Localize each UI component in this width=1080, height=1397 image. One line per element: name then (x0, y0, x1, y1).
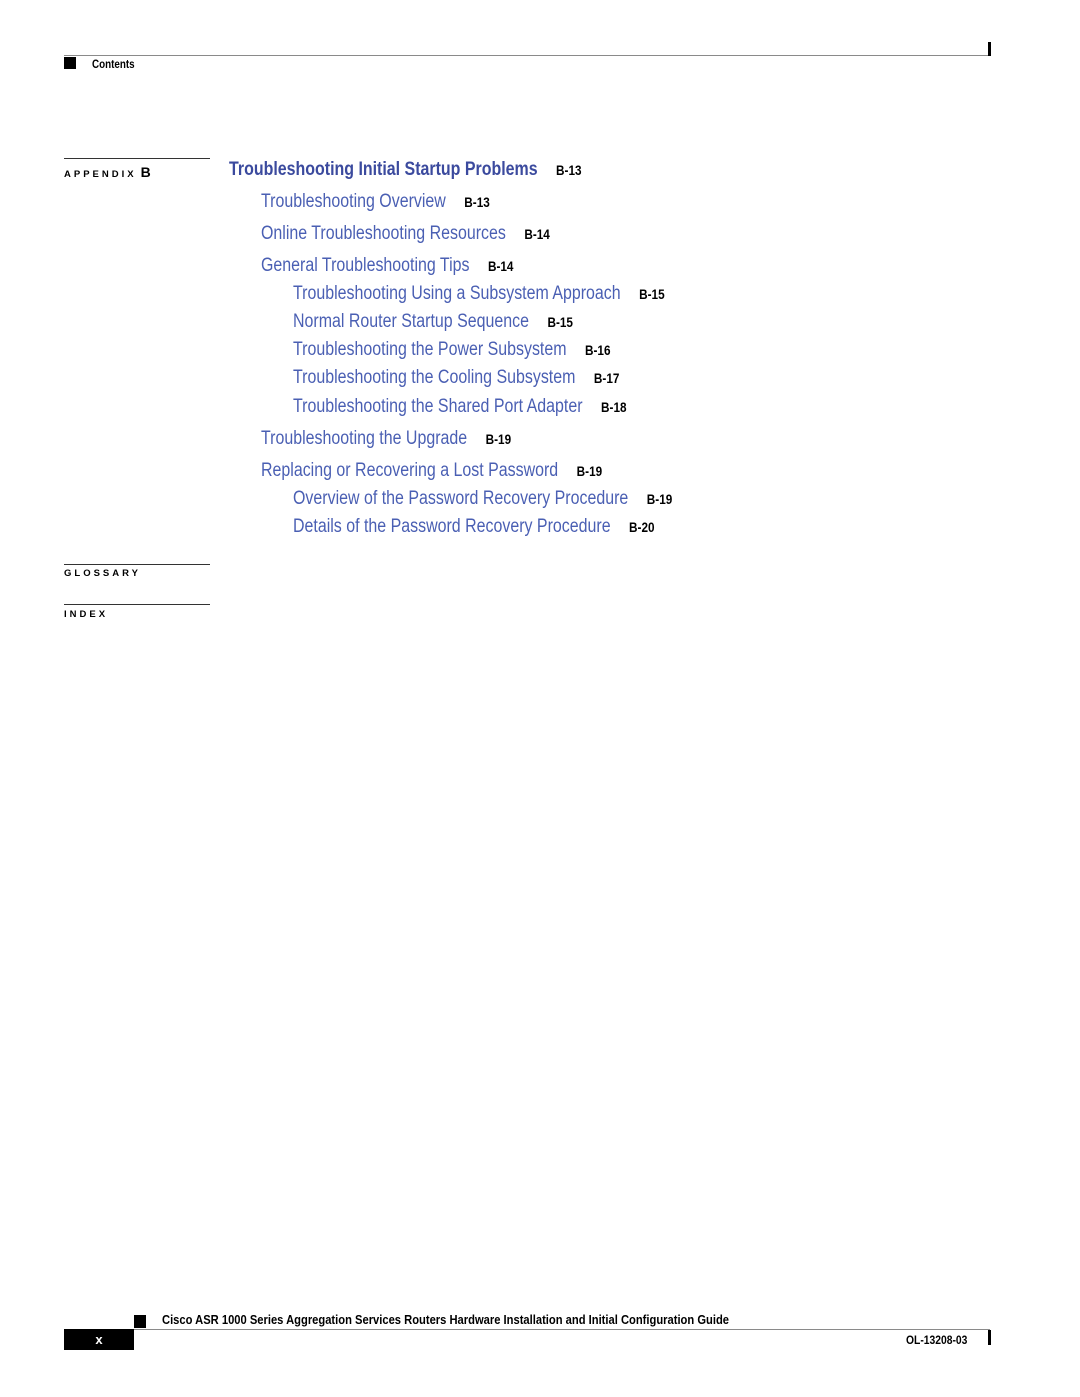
toc-entry-page: B-13 (464, 194, 490, 210)
toc-entry[interactable]: Online Troubleshooting Resources B-14 (261, 223, 550, 245)
toc-entry[interactable]: Replacing or Recovering a Lost Password B… (261, 460, 602, 482)
toc-entry[interactable]: Details of the Password Recovery Procedu… (293, 516, 655, 538)
footer-page-number: x (64, 1329, 134, 1350)
toc-entry[interactable]: Normal Router Startup Sequence B-15 (293, 311, 573, 333)
toc-entry-page: B-17 (593, 370, 620, 386)
toc-entry-page: B-20 (629, 519, 655, 535)
glossary-label[interactable]: GLOSSARY (64, 568, 141, 579)
header-section-label: Contents (92, 57, 135, 71)
toc-entry[interactable]: Troubleshooting Initial Startup Problems… (229, 159, 582, 181)
toc-entry-page: B-19 (646, 491, 673, 507)
footer-square-marker (134, 1315, 146, 1328)
toc-entry-title[interactable]: Troubleshooting the Power Subsystem (293, 339, 567, 360)
footer-edge-bar (988, 1330, 991, 1345)
appendix-letter: B (140, 164, 151, 180)
toc-entry-page: B-15 (639, 286, 665, 302)
toc-entry-page: B-13 (556, 162, 582, 178)
glossary-rule (64, 564, 210, 565)
appendix-word: APPENDIX (64, 169, 137, 180)
toc-entry-page: B-18 (601, 399, 627, 415)
toc-entry-page: B-19 (485, 431, 512, 447)
header-square-marker (64, 57, 76, 69)
toc-entry-title[interactable]: Troubleshooting Overview (261, 191, 446, 212)
toc-entry-title[interactable]: Troubleshooting the Cooling Subsystem (293, 367, 575, 388)
toc-entry[interactable]: Troubleshooting the Shared Port Adapter B… (293, 396, 627, 418)
toc-entry-title[interactable]: Details of the Password Recovery Procedu… (293, 516, 611, 537)
toc-entry-page: B-19 (576, 463, 603, 479)
toc-entry[interactable]: Overview of the Password Recovery Proced… (293, 488, 672, 510)
footer-rule (134, 1329, 990, 1330)
toc-entry-page: B-14 (487, 258, 514, 274)
toc-entry-title[interactable]: Overview of the Password Recovery Proced… (293, 488, 628, 509)
toc-entry-page: B-14 (524, 226, 550, 242)
toc-entry-title[interactable]: Troubleshooting the Shared Port Adapter (293, 396, 583, 417)
index-rule (64, 604, 210, 605)
header-rule (64, 55, 990, 56)
appendix-rule (64, 158, 210, 159)
toc-entry[interactable]: Troubleshooting the Cooling Subsystem B-1… (293, 367, 619, 389)
toc-entry-title[interactable]: Troubleshooting Using a Subsystem Approa… (293, 283, 621, 304)
toc-entry-page: B-15 (547, 314, 573, 330)
toc-entry[interactable]: Troubleshooting Using a Subsystem Approa… (293, 283, 665, 305)
toc-entry-title[interactable]: Replacing or Recovering a Lost Password (261, 460, 558, 481)
toc-entry-title[interactable]: Troubleshooting Initial Startup Problems (229, 159, 538, 180)
toc-entry[interactable]: Troubleshooting the Upgrade B-19 (261, 428, 511, 450)
index-label[interactable]: INDEX (64, 609, 108, 620)
toc-entry-title[interactable]: General Troubleshooting Tips (261, 255, 470, 276)
toc-entry-page: B-16 (585, 342, 611, 358)
toc-entry[interactable]: General Troubleshooting Tips B-14 (261, 255, 513, 277)
toc-entry-title[interactable]: Online Troubleshooting Resources (261, 223, 506, 244)
toc-entry-title[interactable]: Troubleshooting the Upgrade (261, 428, 467, 449)
toc-entry[interactable]: Troubleshooting Overview B-13 (261, 191, 490, 213)
header-edge-bar (988, 42, 991, 56)
toc-entry[interactable]: Troubleshooting the Power Subsystem B-16 (293, 339, 611, 361)
appendix-label: APPENDIX B (64, 164, 151, 180)
footer-doc-number: OL-13208-03 (906, 1333, 968, 1347)
toc-entry-title[interactable]: Normal Router Startup Sequence (293, 311, 529, 332)
footer-guide-title: Cisco ASR 1000 Series Aggregation Servic… (162, 1312, 730, 1327)
